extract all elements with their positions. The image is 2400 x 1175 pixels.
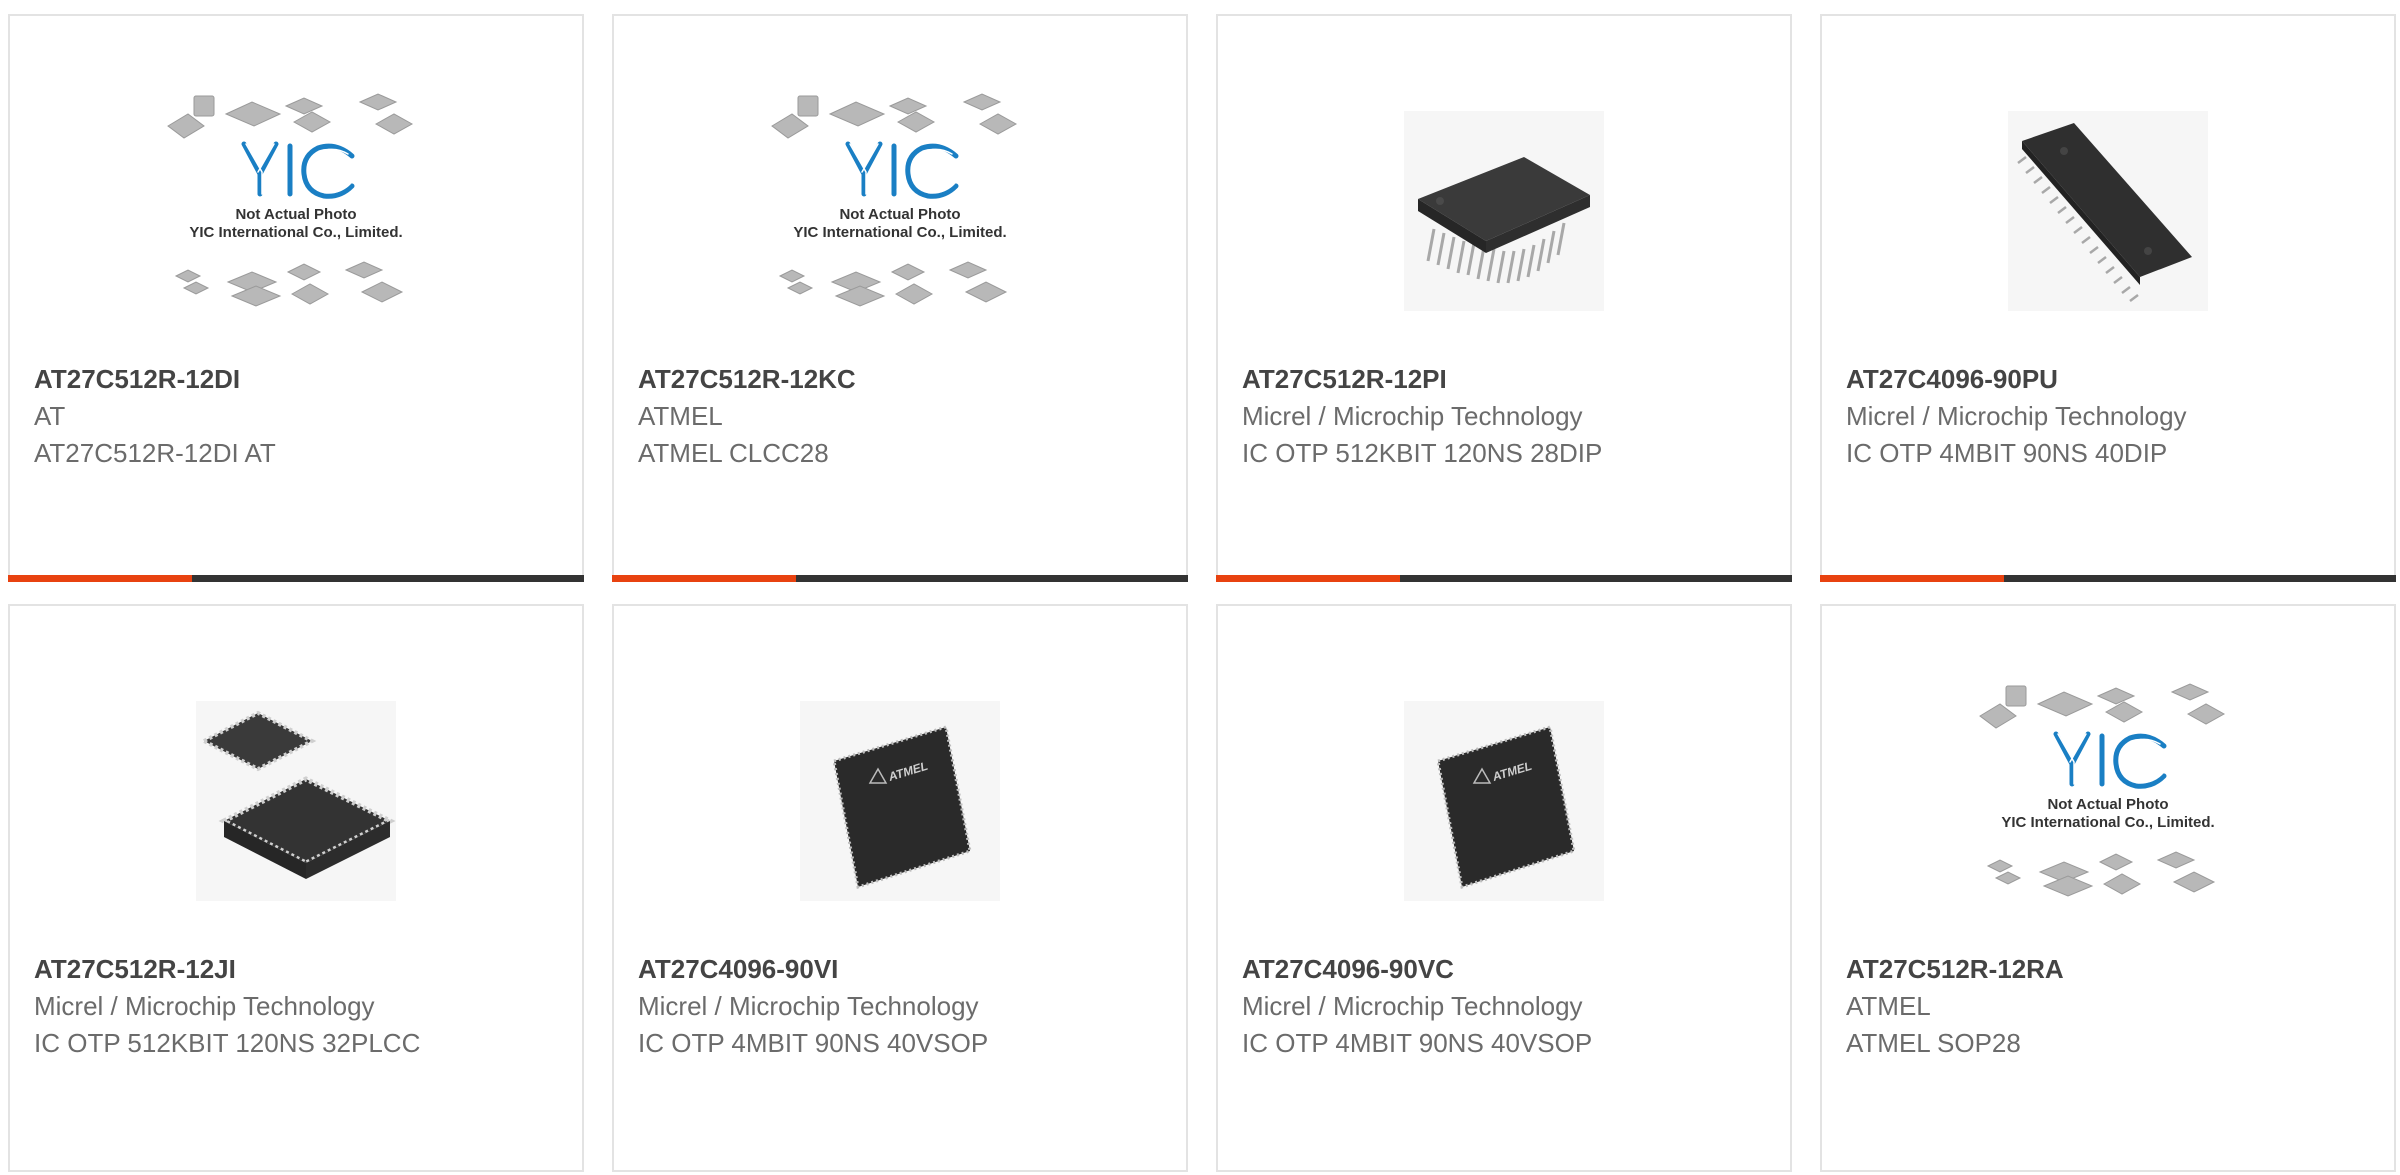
description-label: AT27C512R-12DI AT bbox=[34, 438, 276, 468]
product-info: AT27C512R-12PI Micrel / Microchip Techno… bbox=[1242, 360, 1770, 472]
description-label: IC OTP 4MBIT 90NS 40DIP bbox=[1846, 438, 2168, 468]
product-image-placeholder[interactable]: Not Actual Photo YIC International Co., … bbox=[1822, 656, 2394, 946]
manufacturer-label: ATMEL bbox=[1846, 991, 1931, 1021]
description-label: ATMEL CLCC28 bbox=[638, 438, 829, 468]
product-card[interactable]: AT27C512R-12JI Micrel / Microchip Techno… bbox=[8, 604, 584, 1172]
manufacturer-label: Micrel / Microchip Technology bbox=[1846, 401, 2187, 431]
card-accent-bar bbox=[1216, 575, 1400, 582]
product-image[interactable] bbox=[10, 656, 582, 946]
placeholder-line2: YIC International Co., Limited. bbox=[793, 224, 1006, 241]
product-card[interactable]: Not Actual Photo YIC International Co., … bbox=[1820, 604, 2396, 1172]
product-image[interactable] bbox=[1218, 66, 1790, 356]
product-image[interactable]: ATMEL bbox=[1218, 656, 1790, 946]
placeholder-line2: YIC International Co., Limited. bbox=[189, 224, 402, 241]
placeholder-line1: Not Actual Photo bbox=[235, 206, 356, 223]
part-number-link[interactable]: AT27C512R-12PI bbox=[1242, 360, 1770, 398]
product-info: AT27C512R-12DI AT AT27C512R-12DI AT bbox=[34, 360, 562, 472]
product-card[interactable]: AT27C512R-12PI Micrel / Microchip Techno… bbox=[1216, 14, 1792, 582]
manufacturer-label: ATMEL bbox=[638, 401, 723, 431]
card-bottom-bar bbox=[612, 575, 1188, 582]
product-info: AT27C512R-12JI Micrel / Microchip Techno… bbox=[34, 950, 562, 1062]
product-card[interactable]: ATMEL AT27C4096-90VC Micrel / Microchip … bbox=[1216, 604, 1792, 1172]
part-number-link[interactable]: AT27C4096-90VC bbox=[1242, 950, 1770, 988]
product-card[interactable]: Not Actual Photo YIC International Co., … bbox=[612, 14, 1188, 582]
product-card[interactable]: ATMEL AT27C4096-90VI Micrel / Microchip … bbox=[612, 604, 1188, 1172]
dip28-chip-image bbox=[1404, 111, 1604, 311]
card-accent-bar bbox=[1820, 575, 2004, 582]
part-number-link[interactable]: AT27C512R-12JI bbox=[34, 950, 562, 988]
product-image[interactable]: ATMEL bbox=[614, 656, 1186, 946]
manufacturer-label: Micrel / Microchip Technology bbox=[34, 991, 375, 1021]
vsop-chip-image: ATMEL bbox=[800, 701, 1000, 901]
card-accent-bar bbox=[612, 575, 796, 582]
manufacturer-label: Micrel / Microchip Technology bbox=[1242, 401, 1583, 431]
part-number-link[interactable]: AT27C4096-90VI bbox=[638, 950, 1166, 988]
card-bottom-bar bbox=[1216, 575, 1792, 582]
placeholder-line1: Not Actual Photo bbox=[839, 206, 960, 223]
product-image[interactable] bbox=[1822, 66, 2394, 356]
card-accent-bar bbox=[8, 575, 192, 582]
description-label: IC OTP 512KBIT 120NS 32PLCC bbox=[34, 1028, 421, 1058]
placeholder-line2: YIC International Co., Limited. bbox=[2001, 814, 2214, 831]
manufacturer-label: Micrel / Microchip Technology bbox=[1242, 991, 1583, 1021]
product-info: AT27C4096-90VC Micrel / Microchip Techno… bbox=[1242, 950, 1770, 1062]
card-bottom-bar bbox=[1820, 575, 2396, 582]
yic-placeholder-image: Not Actual Photo YIC International Co., … bbox=[771, 93, 1018, 307]
yic-placeholder-image: Not Actual Photo YIC International Co., … bbox=[1979, 683, 2226, 897]
yic-placeholder-image: Not Actual Photo YIC International Co., … bbox=[167, 93, 414, 307]
description-label: IC OTP 4MBIT 90NS 40VSOP bbox=[1242, 1028, 1593, 1058]
part-number-link[interactable]: AT27C512R-12RA bbox=[1846, 950, 2374, 988]
product-card[interactable]: AT27C4096-90PU Micrel / Microchip Techno… bbox=[1820, 14, 2396, 582]
vsop-chip-image: ATMEL bbox=[1404, 701, 1604, 901]
description-label: ATMEL SOP28 bbox=[1846, 1028, 2021, 1058]
manufacturer-label: Micrel / Microchip Technology bbox=[638, 991, 979, 1021]
product-image-placeholder[interactable]: Not Actual Photo YIC International Co., … bbox=[10, 66, 582, 356]
product-info: AT27C512R-12RA ATMEL ATMEL SOP28 bbox=[1846, 950, 2374, 1062]
dip40-chip-image bbox=[2008, 111, 2208, 311]
product-image-placeholder[interactable]: Not Actual Photo YIC International Co., … bbox=[614, 66, 1186, 356]
card-bottom-bar bbox=[8, 575, 584, 582]
description-label: IC OTP 4MBIT 90NS 40VSOP bbox=[638, 1028, 989, 1058]
part-number-link[interactable]: AT27C512R-12KC bbox=[638, 360, 1166, 398]
part-number-link[interactable]: AT27C512R-12DI bbox=[34, 360, 562, 398]
placeholder-line1: Not Actual Photo bbox=[2047, 796, 2168, 813]
part-number-link[interactable]: AT27C4096-90PU bbox=[1846, 360, 2374, 398]
product-info: AT27C4096-90PU Micrel / Microchip Techno… bbox=[1846, 360, 2374, 472]
product-grid: Not Actual Photo YIC International Co., … bbox=[8, 14, 2400, 1175]
product-info: AT27C512R-12KC ATMEL ATMEL CLCC28 bbox=[638, 360, 1166, 472]
manufacturer-label: AT bbox=[34, 401, 66, 431]
plcc-chip-image bbox=[196, 701, 396, 901]
product-card[interactable]: Not Actual Photo YIC International Co., … bbox=[8, 14, 584, 582]
description-label: IC OTP 512KBIT 120NS 28DIP bbox=[1242, 438, 1603, 468]
product-info: AT27C4096-90VI Micrel / Microchip Techno… bbox=[638, 950, 1166, 1062]
